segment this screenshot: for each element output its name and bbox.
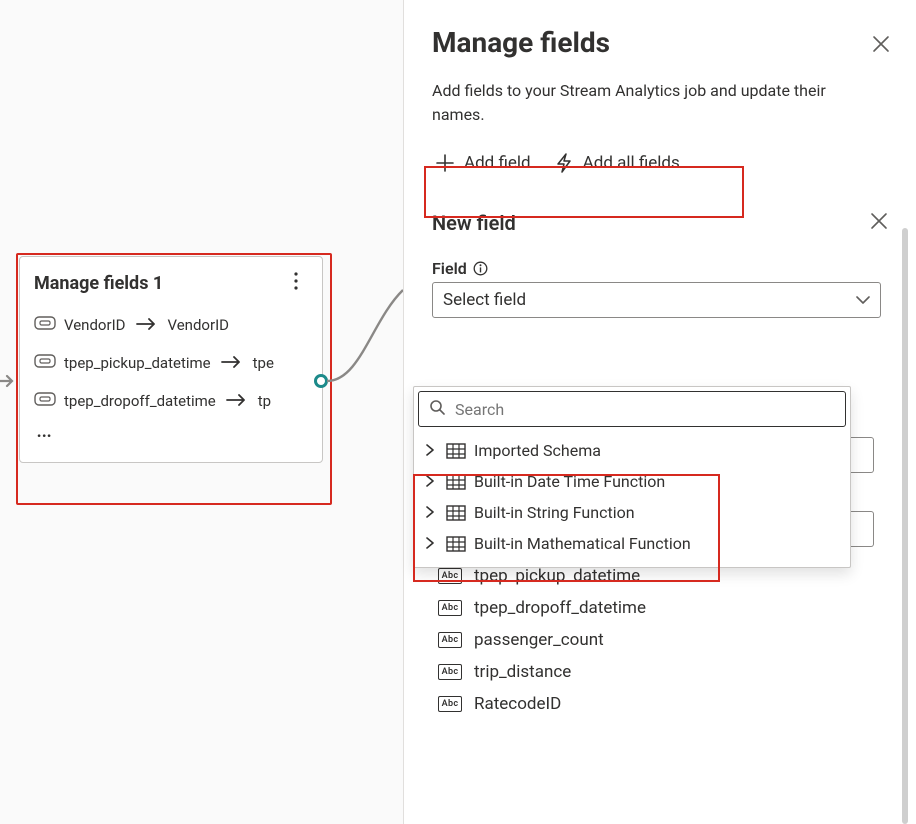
schema-tree: Imported Schema Built-in Date Time Funct… xyxy=(414,429,850,567)
type-string-icon: Abc xyxy=(438,568,462,584)
field-item[interactable]: Abc RatecodeID xyxy=(438,688,888,720)
chevron-down-icon xyxy=(856,290,870,310)
tree-item-math-fn[interactable]: Built-in Mathematical Function xyxy=(420,528,844,559)
type-string-icon: Abc xyxy=(438,600,462,616)
tree-label: Built-in Mathematical Function xyxy=(474,534,691,553)
chevron-right-icon xyxy=(424,503,438,522)
add-field-label: Add field xyxy=(464,153,531,173)
tree-item-imported-schema[interactable]: Imported Schema xyxy=(420,435,844,466)
field-name: RatecodeID xyxy=(474,694,561,714)
type-string-icon: Abc xyxy=(438,664,462,680)
field-picker-popup: Imported Schema Built-in Date Time Funct… xyxy=(413,386,851,568)
type-string-icon: Abc xyxy=(438,696,462,712)
field-name: trip_distance xyxy=(474,662,571,682)
add-field-button[interactable]: Add field xyxy=(436,153,531,173)
table-icon xyxy=(446,443,466,459)
dropdown-value: Select field xyxy=(443,290,526,310)
table-icon xyxy=(446,536,466,552)
add-all-label: Add all fields xyxy=(583,153,680,173)
add-all-fields-button[interactable]: Add all fields xyxy=(555,153,680,173)
panel-toolbar: Add field Add all fields xyxy=(432,145,888,181)
panel-subtitle: Add fields to your Stream Analytics job … xyxy=(432,79,852,127)
obscured-input xyxy=(849,437,874,473)
lightning-icon xyxy=(555,153,573,173)
tree-item-string-fn[interactable]: Built-in String Function xyxy=(420,497,844,528)
field-item[interactable]: Abc trip_distance xyxy=(438,656,888,688)
tree-label: Built-in Date Time Function xyxy=(474,472,665,491)
tree-label: Built-in String Function xyxy=(474,503,635,522)
field-name: tpep_dropoff_datetime xyxy=(474,598,646,618)
tree-item-datetime-fn[interactable]: Built-in Date Time Function xyxy=(420,466,844,497)
diagram-canvas[interactable]: Manage fields 1 VendorID VendorID tpep_p… xyxy=(0,0,403,824)
panel-title: Manage fields xyxy=(432,26,888,59)
plus-icon xyxy=(436,154,454,172)
new-field-heading: New field xyxy=(432,211,516,235)
panel-scrollbar[interactable] xyxy=(902,228,908,824)
tree-label: Imported Schema xyxy=(474,441,601,460)
table-icon xyxy=(446,474,466,490)
new-field-close-button[interactable] xyxy=(870,212,888,234)
search-icon xyxy=(429,399,445,419)
field-item[interactable]: Abc passenger_count xyxy=(438,624,888,656)
field-name: tpep_pickup_datetime xyxy=(474,566,640,586)
search-row xyxy=(418,391,846,427)
connector-edge xyxy=(0,0,403,824)
obscured-input xyxy=(849,511,874,547)
chevron-right-icon xyxy=(424,472,438,491)
table-icon xyxy=(446,505,466,521)
field-name: passenger_count xyxy=(474,630,604,650)
field-label: Field xyxy=(432,259,467,278)
panel-close-button[interactable] xyxy=(872,34,890,58)
info-icon[interactable] xyxy=(473,261,488,276)
type-string-icon: Abc xyxy=(438,632,462,648)
field-item[interactable]: Abc tpep_dropoff_datetime xyxy=(438,592,888,624)
chevron-right-icon xyxy=(424,534,438,553)
field-dropdown[interactable]: Select field xyxy=(432,282,881,318)
search-input[interactable] xyxy=(453,399,835,420)
chevron-right-icon xyxy=(424,441,438,460)
